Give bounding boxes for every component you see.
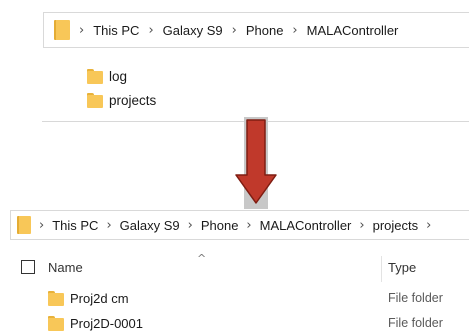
sort-ascending-icon: ^ xyxy=(197,252,207,265)
row-name: Proj2D-0001 xyxy=(70,316,143,331)
breadcrumb-malacontroller[interactable]: MALAController xyxy=(307,23,399,38)
chevron-right-icon: › xyxy=(246,217,252,233)
row-type: File folder xyxy=(388,291,443,305)
folder-icon xyxy=(48,316,64,331)
breadcrumb-projects[interactable]: projects xyxy=(373,218,419,233)
folder-icon xyxy=(17,216,31,234)
select-all-checkbox[interactable] xyxy=(21,260,35,274)
chevron-right-icon: › xyxy=(292,22,298,38)
folder-icon xyxy=(48,291,64,306)
chevron-right-icon: › xyxy=(79,22,85,38)
folder-icon xyxy=(87,92,103,108)
list-item-label: projects xyxy=(109,92,157,108)
row-name: Proj2d cm xyxy=(70,291,129,306)
table-row[interactable]: Proj2D-0001 File folder xyxy=(0,312,469,335)
folder-list-top: log projects xyxy=(87,64,156,112)
address-bar-bottom[interactable]: › This PC › Galaxy S9 › Phone › MALACont… xyxy=(10,210,469,240)
breadcrumb-malacontroller[interactable]: MALAController xyxy=(260,218,352,233)
folder-icon xyxy=(87,68,103,84)
column-header-name[interactable]: Name xyxy=(48,260,83,275)
chevron-right-icon: › xyxy=(39,217,45,233)
down-arrow xyxy=(226,117,286,209)
chevron-right-icon: › xyxy=(106,217,112,233)
address-bar-top[interactable]: › This PC › Galaxy S9 › Phone › MALACont… xyxy=(43,12,469,48)
file-list: Proj2d cm File folder Proj2D-0001 File f… xyxy=(0,287,469,335)
chevron-right-icon: › xyxy=(426,217,432,233)
folder-icon xyxy=(54,20,70,40)
chevron-right-icon: › xyxy=(148,22,154,38)
column-header-type[interactable]: Type xyxy=(388,260,416,275)
breadcrumb-phone[interactable]: Phone xyxy=(246,23,284,38)
list-item-log[interactable]: log xyxy=(87,64,156,88)
chevron-right-icon: › xyxy=(231,22,237,38)
chevron-right-icon: › xyxy=(187,217,193,233)
breadcrumb-this-pc[interactable]: This PC xyxy=(52,218,98,233)
explorer-panel-top: › This PC › Galaxy S9 › Phone › MALACont… xyxy=(38,0,469,122)
row-type: File folder xyxy=(388,316,443,330)
breadcrumb-this-pc[interactable]: This PC xyxy=(93,23,139,38)
list-item-projects[interactable]: projects xyxy=(87,88,156,112)
breadcrumb-galaxy-s9[interactable]: Galaxy S9 xyxy=(120,218,180,233)
breadcrumb-galaxy-s9[interactable]: Galaxy S9 xyxy=(163,23,223,38)
breadcrumb-phone[interactable]: Phone xyxy=(201,218,239,233)
table-row[interactable]: Proj2d cm File folder xyxy=(0,287,469,312)
screenshot-composite: › This PC › Galaxy S9 › Phone › MALACont… xyxy=(0,0,469,335)
chevron-right-icon: › xyxy=(359,217,365,233)
list-item-label: log xyxy=(109,68,128,84)
arrow-down-icon xyxy=(235,119,277,204)
column-divider[interactable] xyxy=(381,256,382,282)
column-header-row: Name ^ Type xyxy=(14,252,469,282)
